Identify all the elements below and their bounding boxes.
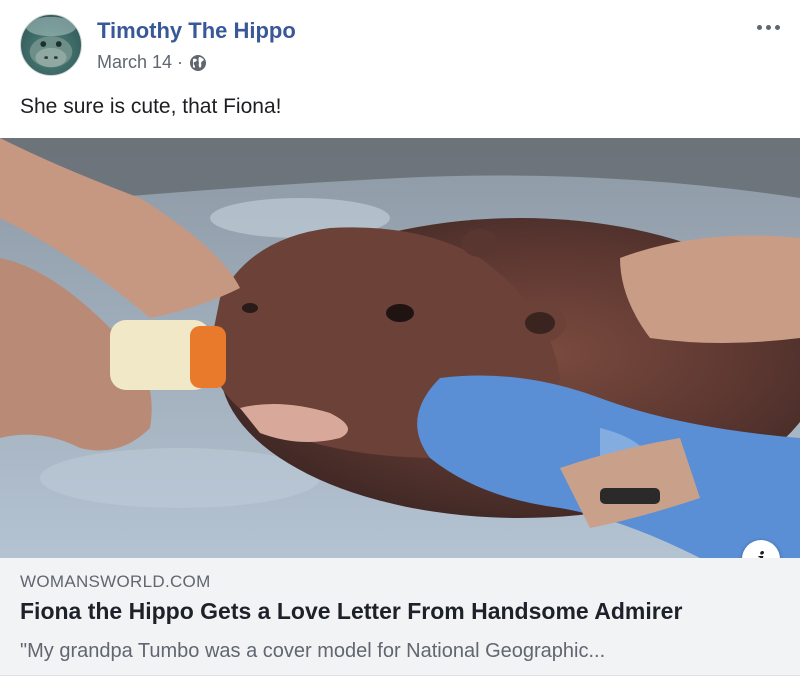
- globe-icon[interactable]: [189, 54, 207, 72]
- author-name-link[interactable]: Timothy The Hippo: [97, 18, 296, 44]
- link-title[interactable]: Fiona the Hippo Gets a Love Letter From …: [20, 598, 682, 625]
- hippo-avatar-image: [25, 16, 77, 68]
- post-message: She sure is cute, that Fiona!: [20, 95, 282, 118]
- author-avatar[interactable]: [20, 14, 82, 76]
- meta-separator: ·: [177, 52, 184, 72]
- more-options-button[interactable]: [750, 14, 786, 40]
- link-preview-card[interactable]: WOMANSWORLD.COM Fiona the Hippo Gets a L…: [0, 558, 800, 676]
- post-date-link[interactable]: March 14: [97, 52, 172, 73]
- baby-hippo-feeding-photo: [0, 138, 800, 558]
- post-meta: March 14 ·: [97, 52, 207, 73]
- post-header: Timothy The Hippo March 14 ·: [0, 0, 800, 90]
- link-description: "My grandpa Tumbo was a cover model for …: [20, 640, 606, 662]
- link-domain: WOMANSWORLD.COM: [20, 572, 211, 591]
- more-dot: [756, 24, 762, 30]
- more-dot: [774, 24, 780, 30]
- link-preview-image[interactable]: [0, 138, 800, 558]
- more-dot: [765, 24, 771, 30]
